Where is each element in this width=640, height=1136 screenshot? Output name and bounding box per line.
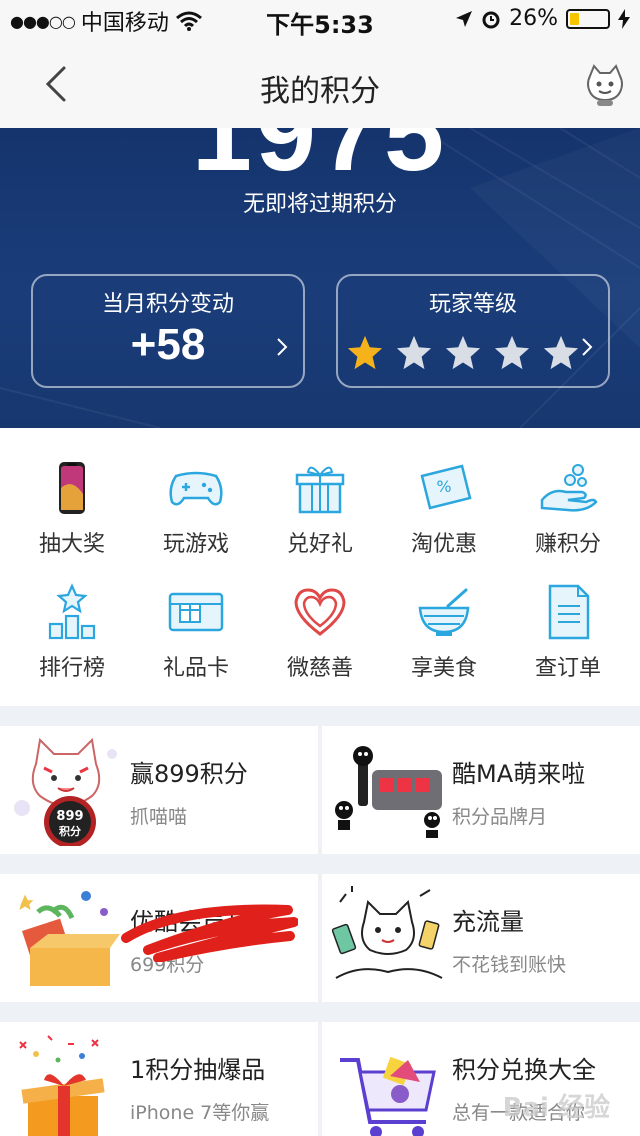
grid-item-lottery[interactable]: 抽大奖 [8,428,136,557]
grid-item-ranking[interactable]: 排行榜 [8,552,136,681]
grid-item-gifts[interactable]: 兑好礼 [256,428,384,557]
charging-bolt-icon [618,8,630,29]
hand-coins-icon [540,464,598,512]
grid-label: 礼品卡 [162,656,229,681]
promo-title: 积分兑换大全 [452,1056,596,1084]
star-empty-icon [445,335,481,370]
kumamon-products-image [335,746,442,838]
promo-card-kuma[interactable]: 酷MA萌来啦 积分品牌月 [322,726,640,854]
page-title: 我的积分 [260,74,380,109]
star-filled-icon [347,335,383,370]
phone-icon [59,462,85,514]
promo-subtitle: 不花钱到账快 [452,954,567,976]
promo-card-data[interactable]: 充流量 不花钱到账快 [322,874,640,1002]
promo-subtitle: iPhone 7等你赢 [130,1102,270,1124]
monthly-change-title: 当月积分变动 [101,292,234,317]
total-points: 1975 [191,128,449,193]
battery-percent: 26% [509,6,558,31]
chevron-right-icon [582,338,593,356]
cat-avatar-icon[interactable] [582,62,628,108]
grid-label: 享美食 [410,656,477,681]
level-stars [346,334,580,372]
expiring-points-text: 无即将过期积分 [242,192,397,217]
promo-title: 充流量 [452,908,524,936]
star-empty-icon [543,335,579,370]
grid-item-deals[interactable]: % 淘优惠 [380,428,508,557]
document-icon [548,584,590,640]
battery-icon [566,8,610,29]
star-empty-icon [494,335,530,370]
promo-subtitle: 积分品牌月 [452,806,548,828]
gamepad-icon [169,471,223,506]
cat-phone-image [331,886,443,979]
status-right: 26% [455,6,630,31]
coupon-icon: % [420,464,472,510]
player-level-title: 玩家等级 [428,292,517,317]
svg-text:%: % [436,477,451,496]
bowl-icon [418,588,470,636]
star-empty-icon [396,335,432,370]
grid-item-earn[interactable]: 赚积分 [504,428,632,557]
promo-subtitle: 抓喵喵 [130,806,188,828]
gift-card-icon [168,592,224,632]
grid-item-games[interactable]: 玩游戏 [132,428,260,557]
status-bar: ●●●○○ 中国移动 下午5:33 26% [0,0,640,40]
cat-mascot-899-image: 899 积分 [14,737,117,846]
shopping-cart-image [340,1056,436,1136]
monthly-change-value: +58 [130,320,206,369]
chevron-right-icon [277,338,288,356]
promo-card-youku[interactable]: 优酷会员月卡 699积分 [0,874,318,1002]
monthly-change-card[interactable]: 当月积分变动 +58 [31,274,305,388]
heart-icon [294,588,346,636]
grid-item-giftcard[interactable]: 礼品卡 [132,552,260,681]
gift-box-image [19,891,120,986]
grid-label: 微慈善 [286,656,353,681]
watermark: Bai 经验 [502,1093,610,1123]
grid-item-food[interactable]: 享美食 [380,552,508,681]
alarm-icon [482,11,500,28]
promo-card-lucky-draw[interactable]: 1积分抽爆品 iPhone 7等你赢 [0,1022,318,1136]
grid-item-charity[interactable]: 微慈善 [256,552,384,681]
grid-label: 排行榜 [38,656,105,681]
ranking-icon [48,583,96,640]
points-hero: 1975 无即将过期积分 当月积分变动 +58 玩家等级 [0,128,640,428]
promo-badge-value: 899 [56,809,83,824]
location-arrow-icon [456,10,473,27]
grid-item-orders[interactable]: 查订单 [504,552,632,681]
promo-title: 赢899积分 [130,760,248,788]
promo-card-catch-cat[interactable]: 899 积分 赢899积分 抓喵喵 [0,726,318,854]
gift-icon [295,466,345,514]
redaction-scribble [121,904,298,962]
feature-grid: 抽大奖 玩游戏 兑好礼 % 淘优惠 赚积分 排行榜 礼品卡 微慈善 享美食 查订… [0,428,640,706]
player-level-card[interactable]: 玩家等级 [336,274,610,388]
confetti-gift-image [19,1035,105,1136]
promo-title: 酷MA萌来啦 [452,760,586,788]
promo-card-catalog[interactable]: 积分兑换大全 总有一款适合你 Bai 经验 [322,1022,640,1136]
promo-title: 1积分抽爆品 [130,1056,266,1084]
grid-label: 查订单 [534,656,601,681]
nav-bar: 我的积分 [0,40,640,128]
promo-badge-unit: 积分 [59,824,81,838]
